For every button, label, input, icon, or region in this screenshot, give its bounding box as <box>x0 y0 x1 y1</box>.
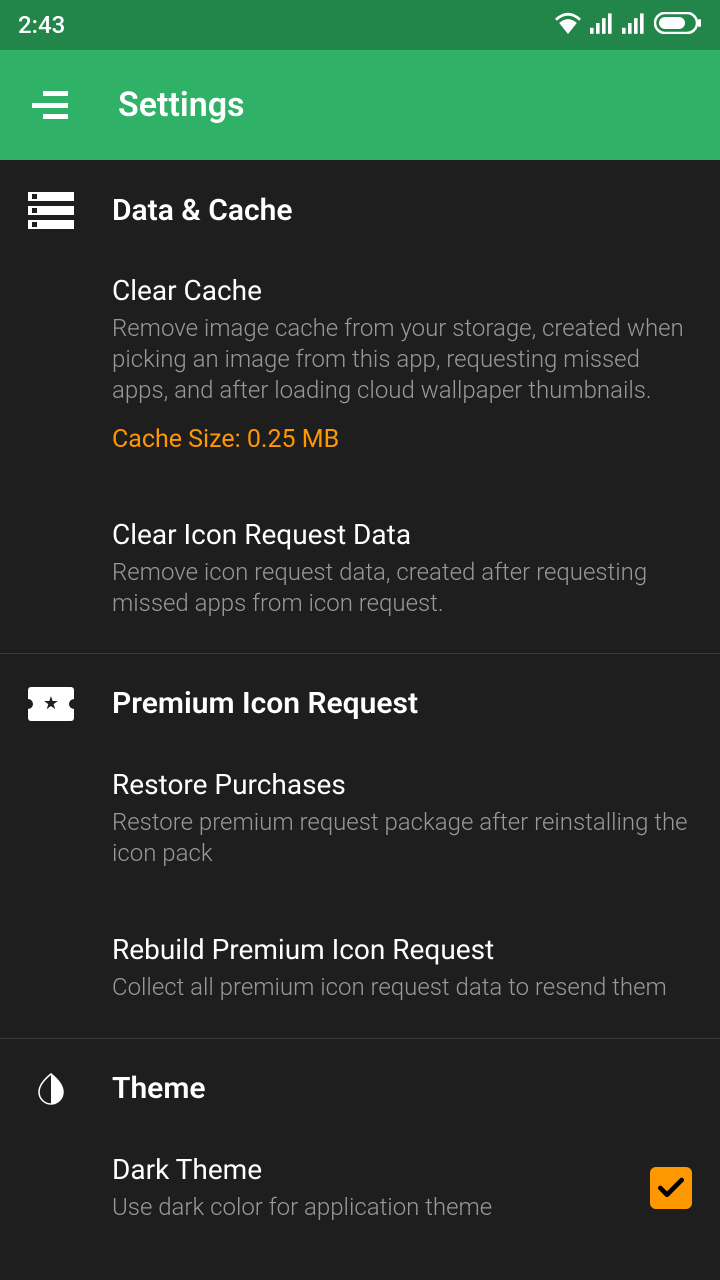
status-icons <box>554 12 702 38</box>
setting-title: Clear Cache <box>112 274 692 307</box>
setting-desc: Remove image cache from your storage, cr… <box>112 313 692 407</box>
clear-icon-request-item[interactable]: Clear Icon Request Data Remove icon requ… <box>0 478 720 643</box>
section-header: Theme <box>0 1039 720 1129</box>
setting-title: Clear Icon Request Data <box>112 518 692 551</box>
hamburger-menu-icon[interactable] <box>32 91 68 119</box>
status-bar: 2:43 <box>0 0 720 50</box>
wifi-icon <box>554 12 582 38</box>
dark-theme-item[interactable]: Dark Theme Use dark color for applicatio… <box>0 1129 720 1247</box>
setting-title: Rebuild Premium Icon Request <box>112 933 692 966</box>
section-data-cache: Data & Cache Clear Cache Remove image ca… <box>0 160 720 654</box>
contrast-icon <box>28 1069 74 1109</box>
section-premium: ★ Premium Icon Request Restore Purchases… <box>0 654 720 1039</box>
signal-icon <box>590 12 614 38</box>
section-header: ★ Premium Icon Request <box>0 654 720 744</box>
section-theme: Theme Dark Theme Use dark color for appl… <box>0 1039 720 1257</box>
setting-title: Restore Purchases <box>112 768 692 801</box>
status-time: 2:43 <box>18 11 65 39</box>
section-header: Data & Cache <box>0 160 720 250</box>
signal-icon-2 <box>622 12 646 38</box>
section-title: Data & Cache <box>112 193 293 228</box>
setting-desc: Remove icon request data, created after … <box>112 557 692 619</box>
setting-desc: Collect all premium icon request data to… <box>112 972 692 1003</box>
app-bar: Settings <box>0 50 720 160</box>
page-title: Settings <box>118 85 245 125</box>
setting-desc: Use dark color for application theme <box>112 1192 650 1223</box>
setting-desc: Restore premium request package after re… <box>112 807 692 869</box>
dark-theme-checkbox[interactable] <box>650 1167 692 1209</box>
clear-cache-item[interactable]: Clear Cache Remove image cache from your… <box>0 250 720 478</box>
restore-purchases-item[interactable]: Restore Purchases Restore premium reques… <box>0 744 720 893</box>
section-title: Theme <box>112 1071 206 1106</box>
battery-icon <box>654 12 702 38</box>
storage-icon <box>28 190 74 230</box>
setting-title: Dark Theme <box>112 1153 650 1186</box>
section-title: Premium Icon Request <box>112 686 418 721</box>
cache-size-label: Cache Size: 0.25 MB <box>112 425 692 454</box>
ticket-icon: ★ <box>28 684 74 724</box>
settings-content: Data & Cache Clear Cache Remove image ca… <box>0 160 720 1257</box>
rebuild-premium-item[interactable]: Rebuild Premium Icon Request Collect all… <box>0 893 720 1027</box>
